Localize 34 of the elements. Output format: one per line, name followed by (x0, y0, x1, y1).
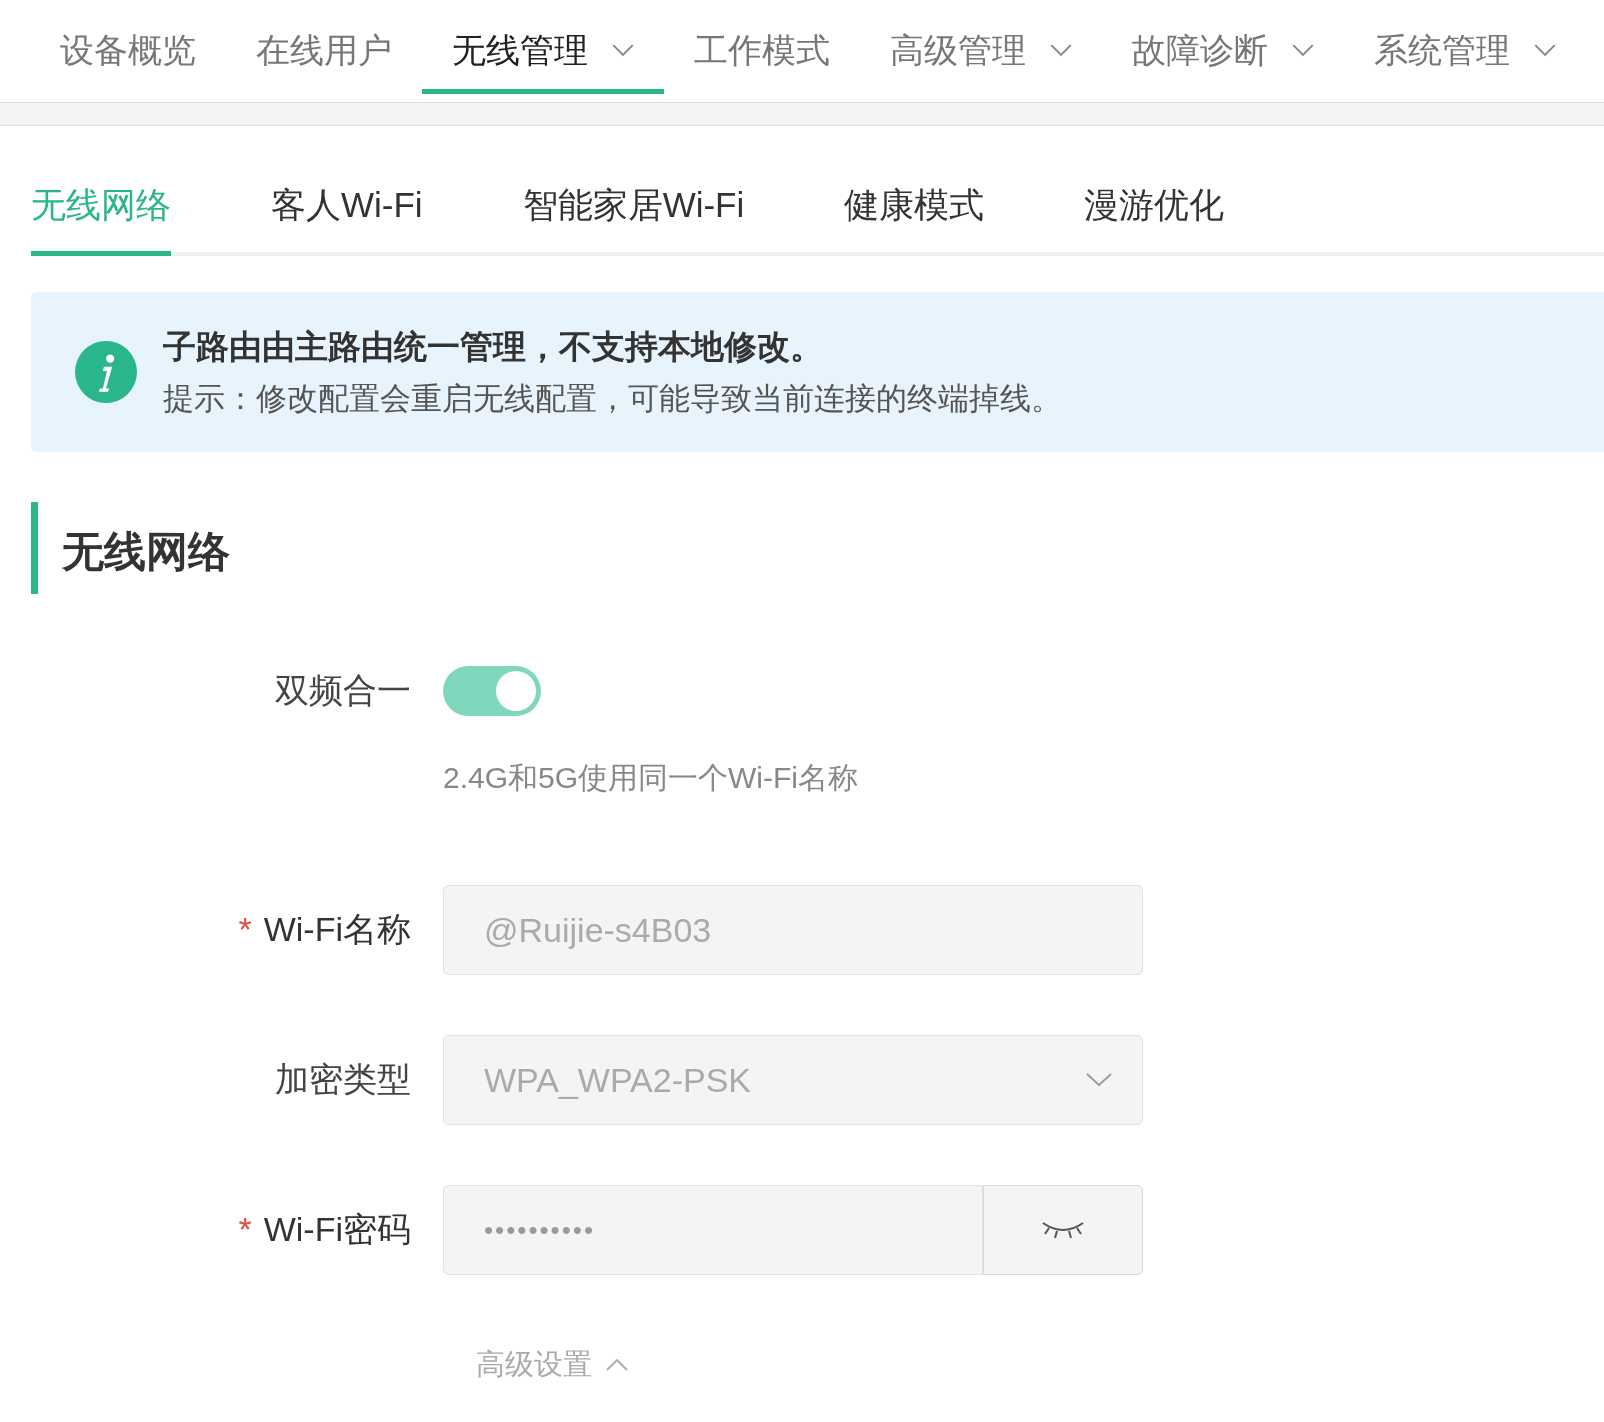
required-mark: * (238, 1210, 252, 1248)
nav-tab[interactable]: 无线管理 (422, 0, 664, 94)
info-icon (75, 341, 137, 403)
sub-tab[interactable]: 无线网络 (31, 182, 171, 256)
required-mark: * (238, 910, 252, 948)
section-title: 无线网络 (31, 502, 1604, 594)
notice-text: 提示：修改配置会重启无线配置，可能导致当前连接的终端掉线。 (163, 379, 1062, 418)
sub-tab[interactable]: 漫游优化 (1084, 182, 1225, 256)
toggle-switch[interactable] (443, 666, 541, 716)
password-field[interactable]: •••••••••• (443, 1185, 983, 1275)
caret-icon (606, 1359, 628, 1371)
caret-icon (1534, 44, 1556, 57)
nav-tab[interactable]: 高级管理 (860, 0, 1102, 94)
notice-title: 子路由由主路由统一管理，不支持本地修改。 (163, 326, 824, 367)
caret-icon (1292, 44, 1314, 57)
nav-tab[interactable]: 故障诊断 (1102, 0, 1344, 94)
field-label: Wi-Fi名称 (263, 910, 411, 948)
nav-tab[interactable]: 工作模式 (664, 0, 860, 94)
show-password-button[interactable] (983, 1185, 1143, 1275)
field-label: 双频合一 (274, 670, 411, 711)
sub-tab[interactable]: 健康模式 (844, 182, 985, 256)
field-label: 加密类型 (275, 1060, 411, 1098)
closed-eye-icon (1041, 1220, 1085, 1240)
hint-text: 2.4G和5G使用同一个Wi-Fi名称 (443, 760, 860, 796)
advanced-settings-toggle[interactable]: 高级设置 (476, 1345, 628, 1385)
nav-tab[interactable]: 在线用户 (226, 0, 422, 94)
nav-tab[interactable]: 系统管理 (1344, 0, 1586, 94)
nav-tab[interactable]: 设备概览 (30, 0, 226, 94)
sub-tab[interactable]: 客人Wi-Fi (271, 182, 423, 256)
chevron-down-icon (1086, 1073, 1112, 1087)
caret-icon (1050, 44, 1072, 57)
field-label: Wi-Fi密码 (263, 1210, 411, 1248)
caret-icon (612, 44, 634, 57)
sub-tab[interactable]: 智能家居Wi-Fi (522, 182, 745, 256)
